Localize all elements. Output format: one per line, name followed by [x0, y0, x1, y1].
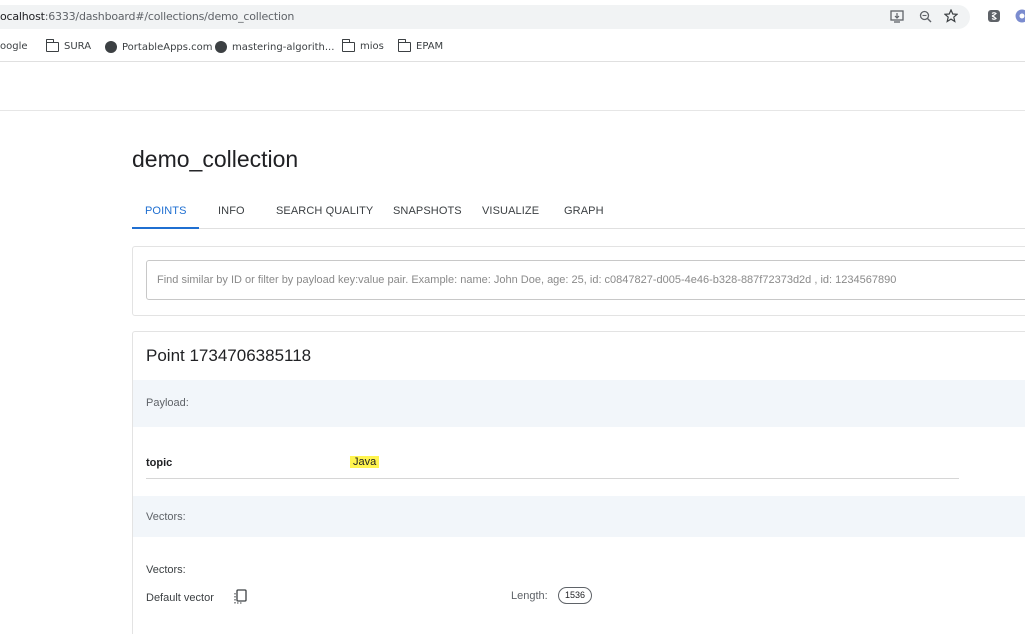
payload-label: Payload: [146, 397, 189, 409]
header-divider [0, 110, 1025, 111]
bookmark-sura[interactable]: SURA [45, 38, 91, 52]
bookmark-google[interactable]: oogle [0, 41, 28, 52]
vector-name: Default vector [146, 592, 214, 604]
install-app-icon[interactable] [889, 8, 905, 24]
profile-avatar-icon[interactable] [1014, 8, 1025, 24]
browser-address-bar: ocalhost:6333/dashboard#/collections/dem… [0, 0, 1025, 32]
tab-snapshots[interactable]: SNAPSHOTS [393, 205, 462, 217]
payload-value: Java [350, 456, 380, 468]
vectors-section-header: Vectors: [133, 496, 1025, 537]
bookmark-portableapps[interactable]: PortableApps.com [105, 41, 213, 53]
bookmark-star-icon[interactable] [943, 8, 959, 24]
vectors-section-label: Vectors: [146, 511, 186, 523]
url-text[interactable]: ocalhost:6333/dashboard#/collections/dem… [0, 10, 294, 23]
active-tab-indicator [132, 227, 199, 229]
portableapps-icon [105, 41, 117, 53]
zoom-icon[interactable] [917, 8, 933, 24]
bookmark-mios[interactable]: mios [341, 38, 384, 52]
point-card: Point 1734706385118 Payload: topic Java … [132, 331, 1025, 634]
payload-row-divider [146, 478, 959, 479]
page-title: demo_collection [132, 146, 299, 172]
collection-tabs: POINTS INFO SEARCH QUALITY SNAPSHOTS VIS… [132, 196, 1025, 229]
payload-section-header: Payload: [133, 380, 1025, 427]
tab-info[interactable]: INFO [218, 205, 245, 217]
copy-icon[interactable] [233, 589, 247, 605]
tab-points[interactable]: POINTS [145, 205, 187, 217]
github-icon [215, 41, 227, 53]
vector-length-label: Length: [511, 590, 548, 602]
bookmarks-bar: oogle SURA PortableApps.com mastering-al… [0, 34, 1025, 62]
bookmark-epam[interactable]: EPAM [397, 38, 443, 52]
point-title: Point 1734706385118 [146, 346, 312, 365]
tab-visualize[interactable]: VISUALIZE [482, 205, 539, 217]
tab-graph[interactable]: GRAPH [564, 205, 604, 217]
vectors-heading: Vectors: [146, 564, 186, 576]
folder-icon [45, 38, 59, 52]
tab-search-quality[interactable]: SEARCH QUALITY [276, 205, 373, 217]
bookmark-mastering-algorithms[interactable]: mastering-algorith... [215, 41, 334, 53]
vector-length-badge: 1536 [558, 587, 593, 604]
extension-icon[interactable] [986, 8, 1002, 24]
search-card [132, 246, 1025, 316]
folder-icon [397, 38, 411, 52]
payload-key: topic [146, 457, 173, 469]
search-input[interactable] [146, 260, 1025, 300]
folder-icon [341, 38, 355, 52]
